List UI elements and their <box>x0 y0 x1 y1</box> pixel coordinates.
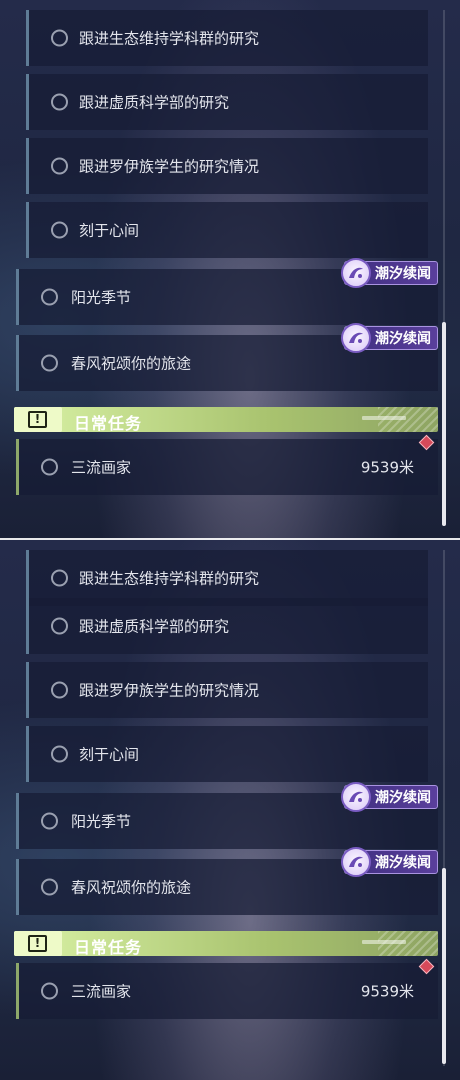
quest-label: 跟进生态维持学科群的研究 <box>79 569 260 588</box>
daily-quest-header[interactable]: ! 日常任务 <box>14 407 438 433</box>
quest-item-sub-2[interactable]: 跟进虚质科学部的研究 <box>26 74 428 130</box>
tide-tag-label: 潮汐续闻 <box>375 266 431 282</box>
tide-badge-icon <box>341 847 371 877</box>
quest-item-sub-4[interactable]: 刻于心间 <box>26 726 428 782</box>
radio-circle-icon <box>51 617 68 635</box>
radio-circle-icon <box>51 745 68 763</box>
quest-distance: 9539米 <box>360 982 414 1001</box>
quest-item-sub-3[interactable]: 跟进罗伊族学生的研究情况 <box>26 662 428 718</box>
header-stripes <box>378 407 438 432</box>
quest-panel-bottom: 跟进生态维持学科群的研究 跟进虚质科学部的研究 跟进罗伊族学生的研究情况 刻于心… <box>0 540 460 1080</box>
quest-label: 跟进生态维持学科群的研究 <box>79 29 260 48</box>
radio-circle-icon <box>41 982 58 1000</box>
quest-item-sub-4[interactable]: 刻于心间 <box>26 202 428 258</box>
quest-item-sub-3[interactable]: 跟进罗伊族学生的研究情况 <box>26 138 428 194</box>
quest-label: 跟进虚质科学部的研究 <box>79 617 230 636</box>
radio-circle-icon <box>51 157 68 175</box>
radio-circle-icon <box>51 29 68 47</box>
daily-quest-icon: ! <box>14 407 62 432</box>
daily-quest-header[interactable]: ! 日常任务 <box>14 931 438 957</box>
radio-circle-icon <box>41 878 58 896</box>
tide-tag-label: 潮汐续闻 <box>375 855 431 871</box>
tide-tag-label: 潮汐续闻 <box>375 790 431 806</box>
daily-quest-icon: ! <box>14 931 62 956</box>
tide-tag: 潮汐续闻 <box>341 258 438 288</box>
quest-item-daily[interactable]: 三流画家 9539米 <box>16 439 438 495</box>
radio-circle-icon <box>51 569 68 587</box>
scrollbar-thumb[interactable] <box>442 322 446 526</box>
radio-circle-icon <box>51 681 68 699</box>
tide-tag: 潮汐续闻 <box>341 323 438 353</box>
daily-quest-title: 日常任务 <box>74 414 143 433</box>
tide-badge-icon <box>341 258 371 288</box>
quest-item-sub-1[interactable]: 跟进生态维持学科群的研究 <box>26 10 428 66</box>
quest-label: 刻于心间 <box>79 221 140 240</box>
header-stripes <box>378 931 438 956</box>
quest-label: 跟进罗伊族学生的研究情况 <box>79 157 260 176</box>
radio-circle-icon <box>41 354 58 372</box>
tide-tag: 潮汐续闻 <box>341 847 438 877</box>
quest-label: 三流画家 <box>71 982 132 1001</box>
quest-panel-top: 跟进生态维持学科群的研究 跟进虚质科学部的研究 跟进罗伊族学生的研究情况 刻于心… <box>0 0 460 540</box>
radio-circle-icon <box>51 93 68 111</box>
quest-label: 跟进虚质科学部的研究 <box>79 93 230 112</box>
quest-distance: 9539米 <box>360 458 414 477</box>
tide-tag: 潮汐续闻 <box>341 782 438 812</box>
quest-item-sub-2[interactable]: 跟进虚质科学部的研究 <box>26 598 428 654</box>
quest-label: 春风祝颂你的旅途 <box>71 354 192 373</box>
quest-label: 三流画家 <box>71 458 132 477</box>
quest-label: 春风祝颂你的旅途 <box>71 878 192 897</box>
radio-circle-icon <box>41 458 58 476</box>
quest-label: 跟进罗伊族学生的研究情况 <box>79 681 260 700</box>
scrollbar-thumb[interactable] <box>442 868 446 1064</box>
daily-quest-title: 日常任务 <box>74 938 143 957</box>
quest-label: 阳光季节 <box>71 812 132 831</box>
quest-label: 阳光季节 <box>71 288 132 307</box>
radio-circle-icon <box>41 812 58 830</box>
quest-label: 刻于心间 <box>79 745 140 764</box>
quest-item-daily[interactable]: 三流画家 9539米 <box>16 963 438 1019</box>
radio-circle-icon <box>41 288 58 306</box>
tide-tag-label: 潮汐续闻 <box>375 331 431 347</box>
radio-circle-icon <box>51 221 68 239</box>
tide-badge-icon <box>341 323 371 353</box>
tide-badge-icon <box>341 782 371 812</box>
